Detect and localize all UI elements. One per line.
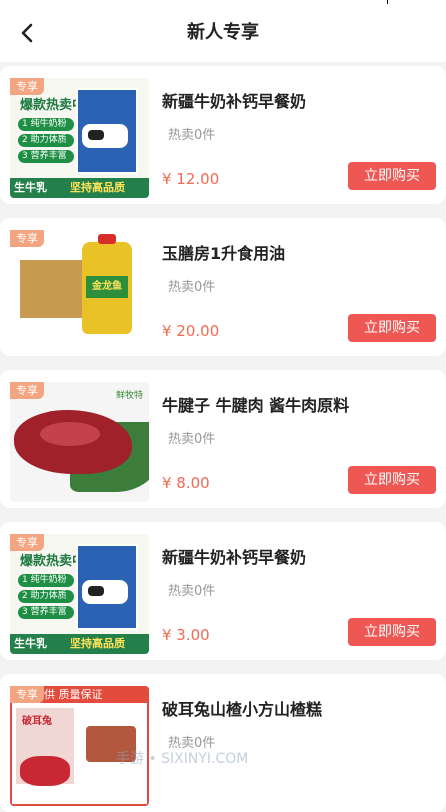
product-price: ¥ 12.00 <box>162 170 220 188</box>
image-slogan: 坚持高品质 <box>70 637 125 650</box>
watermark: 手游 • SIXINYI.COM <box>116 751 249 767</box>
image-box-label: 破耳兔 <box>22 716 52 727</box>
image-feature: 1 纯牛奶粉 <box>18 574 74 587</box>
buy-now-button[interactable]: 立即购买 <box>348 314 436 342</box>
product-name: 新疆牛奶补钙早餐奶 <box>162 92 307 111</box>
image-banner: 供 质量保证 <box>40 686 149 703</box>
buy-now-button[interactable]: 立即购买 <box>348 162 436 190</box>
status-bar-mark <box>387 0 388 4</box>
exclusive-tag: 专享 <box>10 230 44 247</box>
image-slogan: 坚持高品质 <box>70 181 125 194</box>
top-bar: 新人专享 <box>0 0 446 62</box>
exclusive-tag: 专享 <box>10 78 44 95</box>
product-name: 新疆牛奶补钙早餐奶 <box>162 548 307 567</box>
image-badge: 鲜牧特 <box>115 391 143 401</box>
product-name: 牛腱子 牛腱肉 酱牛肉原料 <box>162 396 350 415</box>
exclusive-tag: 专享 <box>10 534 44 551</box>
image-feature: 1 纯牛奶粉 <box>18 118 74 131</box>
image-brand: 金龙鱼 <box>86 276 128 298</box>
product-card[interactable]: 爆款热卖中 1 纯牛奶粉 2 助力体质 3 营养丰富 生牛乳 坚持高品质 专享 … <box>0 66 446 204</box>
exclusive-tag: 专享 <box>10 382 44 399</box>
product-image: 供 质量保证 破耳兔 <box>10 686 149 806</box>
image-feature: 2 助力体质 <box>18 590 74 603</box>
product-image: 鲜牧特 <box>10 382 149 502</box>
page-title: 新人专享 <box>187 22 259 43</box>
product-image: 金龙鱼 <box>10 230 149 350</box>
product-image: 爆款热卖中 1 纯牛奶粉 2 助力体质 3 营养丰富 生牛乳 坚持高品质 <box>10 534 149 654</box>
product-card[interactable]: 供 质量保证 破耳兔 专享 破耳兔山楂小方山楂糕 热卖0件 <box>0 674 446 812</box>
product-price: ¥ 3.00 <box>162 626 210 644</box>
sold-count: 热卖0件 <box>168 128 216 143</box>
product-name: 玉膳房1升食用油 <box>162 244 286 263</box>
product-card[interactable]: 金龙鱼 专享 玉膳房1升食用油 热卖0件 ¥ 20.00 立即购买 <box>0 218 446 356</box>
product-card[interactable]: 鲜牧特 专享 牛腱子 牛腱肉 酱牛肉原料 热卖0件 ¥ 8.00 立即购买 <box>0 370 446 508</box>
image-feature: 3 营养丰富 <box>18 606 74 619</box>
image-brand: 生牛乳 <box>14 181 47 194</box>
product-price: ¥ 8.00 <box>162 474 210 492</box>
product-name: 破耳兔山楂小方山楂糕 <box>162 700 323 719</box>
buy-now-button[interactable]: 立即购买 <box>348 466 436 494</box>
product-price: ¥ 20.00 <box>162 322 220 340</box>
sold-count: 热卖0件 <box>168 432 216 447</box>
buy-now-button[interactable]: 立即购买 <box>348 618 436 646</box>
product-image: 爆款热卖中 1 纯牛奶粉 2 助力体质 3 营养丰富 生牛乳 坚持高品质 <box>10 78 149 198</box>
image-brand: 生牛乳 <box>14 637 47 650</box>
image-feature: 2 助力体质 <box>18 134 74 147</box>
image-feature: 3 营养丰富 <box>18 150 74 163</box>
product-card[interactable]: 爆款热卖中 1 纯牛奶粉 2 助力体质 3 营养丰富 生牛乳 坚持高品质 专享 … <box>0 522 446 660</box>
exclusive-tag: 专享 <box>10 686 44 703</box>
sold-count: 热卖0件 <box>168 280 216 295</box>
sold-count: 热卖0件 <box>168 584 216 599</box>
